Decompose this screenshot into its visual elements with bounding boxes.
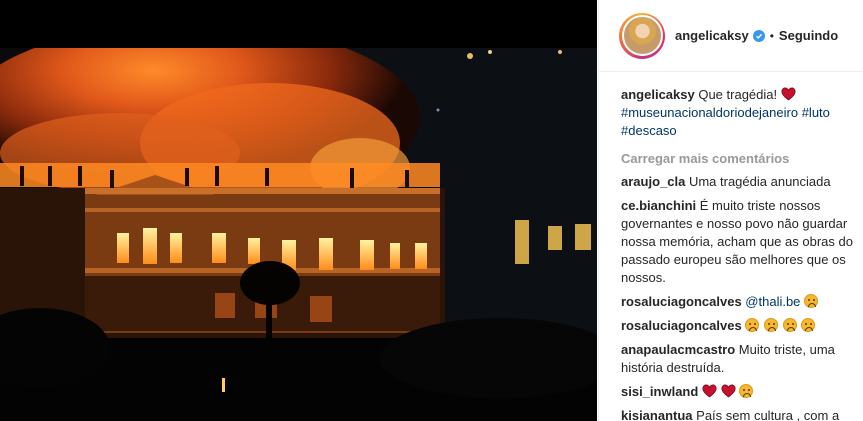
verified-badge-icon [752,29,765,42]
post-sidebar: angelicaksy • Seguindo angelicaksy Que t… [598,0,863,421]
comment-username[interactable]: rosaluciagoncalves [621,318,742,333]
sad-face-icon [782,318,797,332]
photo-top-bar [0,0,597,48]
avatar-photo [621,15,663,56]
hashtag-link[interactable]: #descaso [621,123,677,138]
sad-face-icon [804,294,819,308]
comment-username[interactable]: anapaulacmcastro [621,342,735,357]
comment: sisi_inwland [621,383,863,401]
mention-link[interactable]: @thali.be [745,294,800,309]
burning-museum-image [0,48,597,421]
comment-text: Uma tragédia anunciada [688,174,831,189]
sad-face-icon [739,384,754,398]
comment-username[interactable]: rosaluciagoncalves [621,294,742,309]
comment-text: País sem cultura , com a [696,408,840,421]
post-caption: angelicaksy Que tragédia! #museunacional… [621,86,863,140]
comments-list: angelicaksy Que tragédia! #museunacional… [599,72,863,421]
comment: ce.bianchini É muito triste nossos gover… [621,197,863,287]
red-heart-icon [781,87,796,101]
post-photo[interactable] [0,0,597,421]
follow-button[interactable]: Seguindo [779,28,838,43]
hashtag-link[interactable]: #luto [802,105,830,120]
comment: rosaluciagoncalves @thali.be [621,293,863,311]
sad-face-icon [745,318,760,332]
comment: anapaulacmcastro Muito triste, uma histó… [621,341,863,377]
caption-text: Que tragédia! [698,87,778,102]
comment-username[interactable]: kisianantua [621,408,693,421]
comment-username[interactable]: araujo_cla [621,174,685,189]
author-username[interactable]: angelicaksy [675,28,749,43]
comment: araujo_cla Uma tragédia anunciada [621,173,863,191]
hashtag-link[interactable]: #museunacionaldoriodejaneiro [621,105,798,120]
sad-face-icon [801,318,816,332]
comment: kisianantua País sem cultura , com a [621,407,863,421]
sad-face-icon [763,318,778,332]
red-heart-icon [702,384,717,398]
post-header: angelicaksy • Seguindo [599,0,863,72]
avatar[interactable] [619,12,665,59]
red-heart-icon [721,384,736,398]
caption-username[interactable]: angelicaksy [621,87,695,102]
header-separator: • [769,28,774,43]
comment: rosaluciagoncalves [621,317,863,335]
comment-username[interactable]: ce.bianchini [621,198,696,213]
load-more-comments-button[interactable]: Carregar mais comentários [621,150,863,168]
header-user-info: angelicaksy • Seguindo [675,28,838,43]
comment-username[interactable]: sisi_inwland [621,384,698,399]
